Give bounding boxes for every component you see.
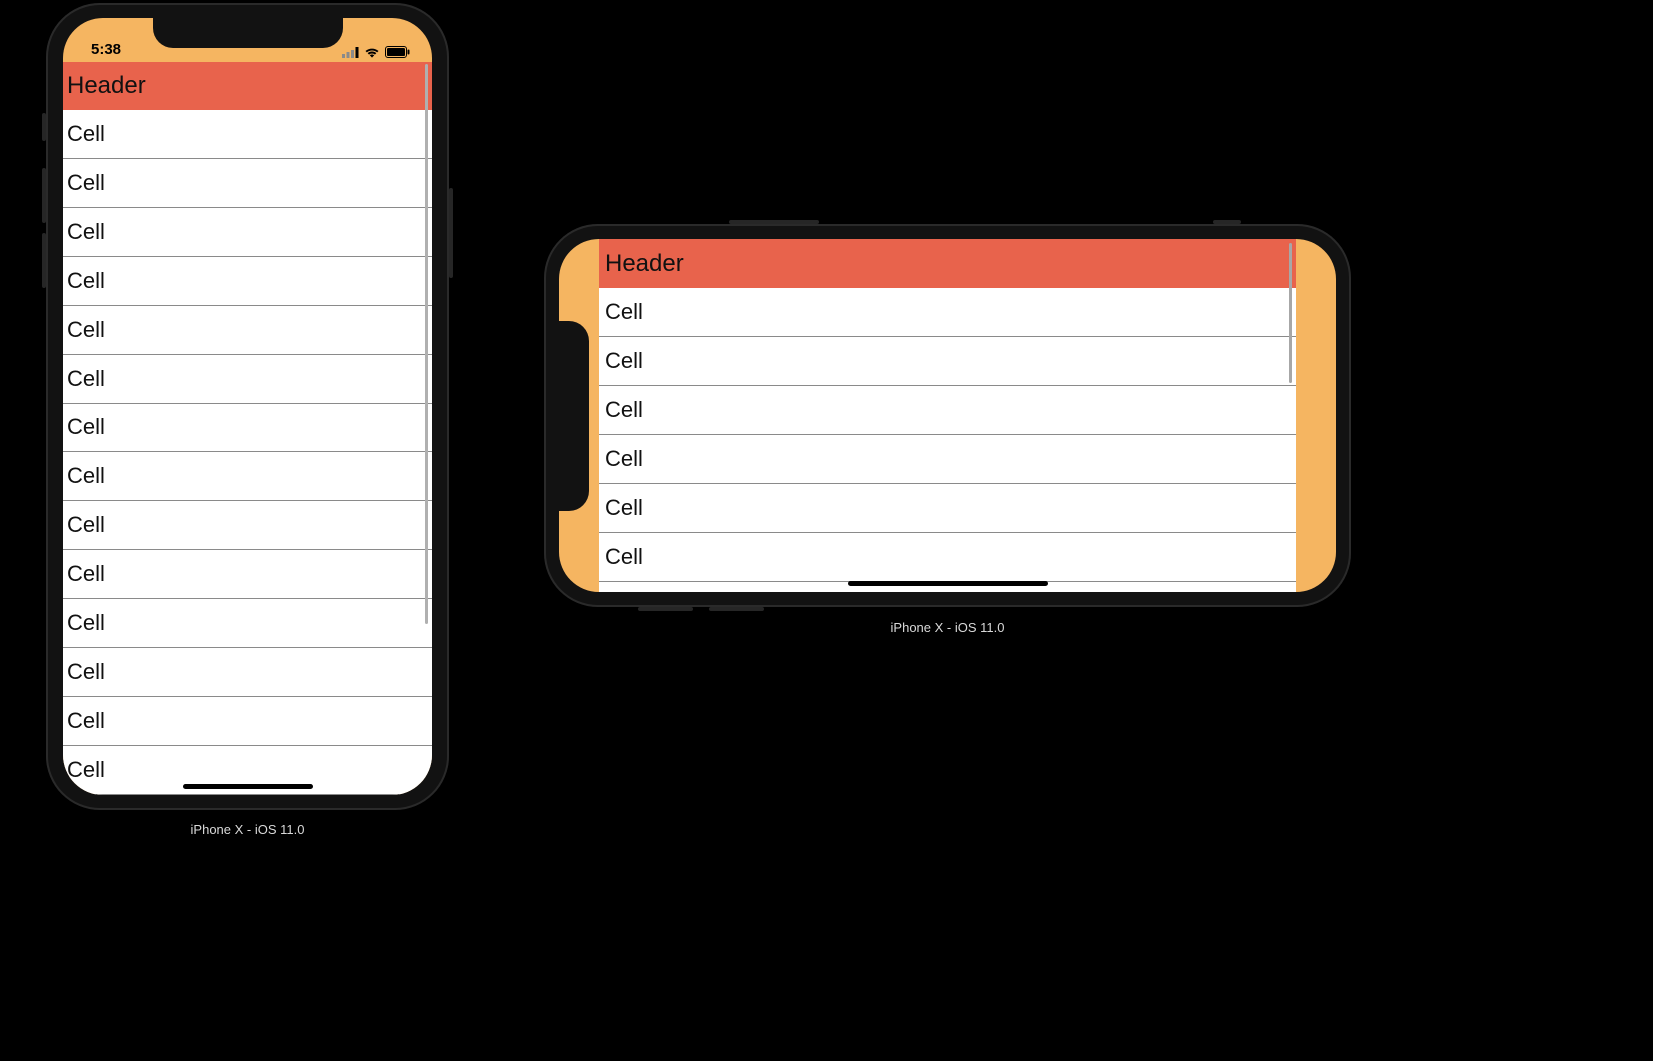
table-row[interactable]: Cell (63, 306, 432, 355)
screen-portrait: 5:38 Header Cell Cell Cell Cell Cell (63, 18, 432, 795)
table-view[interactable]: Cell Cell Cell Cell Cell Cell Cell Cell … (63, 110, 432, 795)
table-row[interactable]: Cell (63, 159, 432, 208)
screen-landscape: Header Cell Cell Cell Cell Cell Cell (559, 239, 1336, 592)
battery-icon (385, 46, 410, 58)
cell-label: Cell (67, 561, 105, 587)
scroll-indicator[interactable] (1289, 243, 1292, 383)
cell-label: Cell (67, 512, 105, 538)
table-row[interactable]: Cell (599, 484, 1296, 533)
cell-label: Cell (67, 366, 105, 392)
mute-switch[interactable] (42, 113, 46, 141)
power-button[interactable] (449, 188, 453, 278)
power-button[interactable] (729, 220, 819, 224)
volume-down-button[interactable] (42, 233, 46, 288)
cell-label: Cell (67, 317, 105, 343)
home-indicator[interactable] (183, 784, 313, 789)
table-row[interactable]: Cell (63, 599, 432, 648)
cell-label: Cell (67, 414, 105, 440)
status-time: 5:38 (91, 41, 121, 58)
table-row[interactable]: Cell (63, 404, 432, 453)
table-row[interactable]: Cell (63, 110, 432, 159)
device-notch (153, 18, 343, 48)
cell-label: Cell (67, 121, 105, 147)
table-row[interactable]: Cell (63, 452, 432, 501)
table-row[interactable]: Cell (599, 533, 1296, 582)
table-row[interactable]: Cell (63, 648, 432, 697)
table-row[interactable]: Cell (599, 288, 1296, 337)
cell-label: Cell (605, 348, 643, 374)
table-row[interactable]: Cell (63, 550, 432, 599)
volume-down-button[interactable] (638, 607, 693, 611)
table-view[interactable]: Header Cell Cell Cell Cell Cell Cell (599, 239, 1296, 592)
wifi-icon (364, 47, 380, 58)
iphone-x-portrait: 5:38 Header Cell Cell Cell Cell Cell (46, 3, 449, 810)
section-header-label: Header (67, 72, 146, 100)
table-row[interactable]: Cell (63, 208, 432, 257)
iphone-x-landscape: Header Cell Cell Cell Cell Cell Cell (544, 224, 1351, 607)
cell-label: Cell (67, 610, 105, 636)
simulator-caption-landscape: iPhone X - iOS 11.0 (544, 620, 1351, 635)
scroll-indicator[interactable] (425, 64, 428, 624)
cell-label: Cell (67, 219, 105, 245)
cellular-icon (342, 47, 359, 58)
table-row[interactable]: Cell (599, 386, 1296, 435)
cell-label: Cell (67, 268, 105, 294)
cell-label: Cell (67, 757, 105, 783)
cell-label: Cell (67, 463, 105, 489)
home-indicator[interactable] (848, 581, 1048, 586)
cell-label: Cell (67, 659, 105, 685)
table-row[interactable]: Cell (63, 501, 432, 550)
volume-up-button[interactable] (709, 607, 764, 611)
device-notch (559, 321, 589, 511)
cell-label: Cell (605, 299, 643, 325)
section-header-label: Header (605, 250, 684, 278)
table-row[interactable]: Cell (63, 355, 432, 404)
table-row[interactable]: Cell (599, 435, 1296, 484)
simulator-caption-portrait: iPhone X - iOS 11.0 (46, 822, 449, 837)
table-section-header: Header (599, 239, 1296, 288)
cell-label: Cell (605, 544, 643, 570)
table-section-header: Header (63, 62, 432, 110)
cell-label: Cell (67, 170, 105, 196)
table-row[interactable]: Cell (599, 337, 1296, 386)
table-row[interactable]: Cell (63, 257, 432, 306)
volume-up-button[interactable] (42, 168, 46, 223)
cell-label: Cell (605, 397, 643, 423)
cell-label: Cell (605, 495, 643, 521)
status-icons (342, 46, 410, 58)
cell-label: Cell (605, 446, 643, 472)
cell-label: Cell (67, 708, 105, 734)
table-row[interactable]: Cell (63, 697, 432, 746)
mute-switch[interactable] (1213, 220, 1241, 224)
